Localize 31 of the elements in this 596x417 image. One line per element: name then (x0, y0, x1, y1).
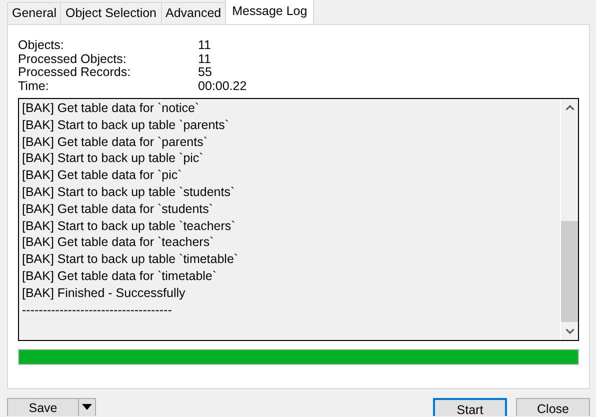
stat-label: Processed Records: (18, 66, 132, 80)
scrollbar-thumb[interactable] (561, 221, 578, 322)
log-line: [BAK] Start to back up table `pic` (22, 150, 204, 168)
tab[interactable]: Message Log (225, 0, 314, 24)
save-button[interactable]: Save (7, 398, 96, 416)
log-line: [BAK] Get table data for `timetable` (22, 268, 218, 285)
scrollbar[interactable] (560, 99, 578, 340)
log-line: [BAK] Start to back up table `students` (22, 184, 236, 201)
stat-label: Processed Objects: (18, 52, 126, 66)
log-line: [BAK] Start to back up table `timetable` (22, 251, 240, 268)
close-button[interactable]: Close (516, 398, 590, 416)
stat-value: 11 (198, 39, 211, 52)
scroll-down-icon[interactable] (566, 329, 574, 334)
log-line: [BAK] Start to back up table `parents` (22, 116, 230, 134)
log-line: [BAK] Get table data for `notice` (22, 100, 200, 117)
stat-value: 00:00.22 (198, 80, 247, 93)
caret-icon[interactable] (82, 404, 92, 410)
scroll-up-icon[interactable] (566, 105, 574, 110)
stat-label: Objects: (18, 39, 65, 52)
log-line: ------------------------------------ (22, 302, 173, 318)
tab[interactable]: General (7, 2, 62, 24)
stat-label: Time: (18, 80, 50, 93)
log-line: [BAK] Get table data for `teachers` (22, 234, 215, 252)
start-button[interactable]: Start (433, 398, 507, 416)
log-line: [BAK] Finished - Successfully (22, 284, 186, 302)
log-line: [BAK] Get table data for `students` (22, 200, 214, 218)
stat-value: 11 (198, 52, 211, 66)
log-line: [BAK] Get table data for `pic` (22, 167, 183, 184)
stat-value: 55 (198, 66, 212, 80)
log-line: [BAK] Start to back up table `teachers` (22, 218, 236, 234)
log-line: [BAK] Get table data for `parents` (22, 134, 209, 150)
